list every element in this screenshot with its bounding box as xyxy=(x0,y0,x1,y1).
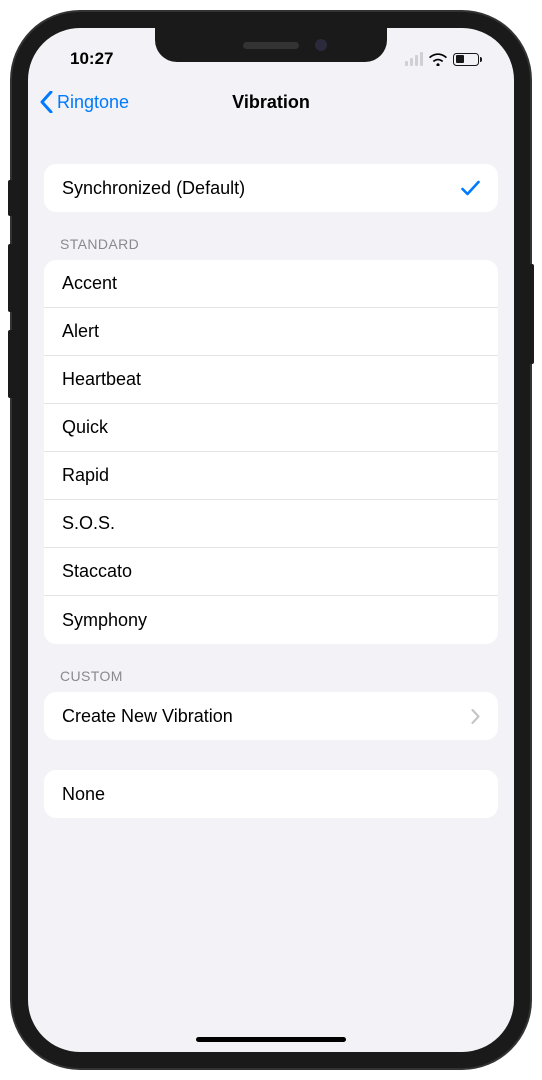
option-label: Staccato xyxy=(62,561,132,582)
speaker xyxy=(243,42,299,49)
vibration-option-heartbeat[interactable]: Heartbeat xyxy=(44,356,498,404)
vibration-option-symphony[interactable]: Symphony xyxy=(44,596,498,644)
home-indicator[interactable] xyxy=(196,1037,346,1042)
chevron-left-icon xyxy=(40,91,53,113)
vibration-option-default[interactable]: Synchronized (Default) xyxy=(44,164,498,212)
checkmark-icon xyxy=(461,180,480,196)
vibration-option-staccato[interactable]: Staccato xyxy=(44,548,498,596)
option-label: Heartbeat xyxy=(62,369,141,390)
option-label: Quick xyxy=(62,417,108,438)
front-camera xyxy=(315,39,327,51)
default-group: Synchronized (Default) xyxy=(44,164,498,212)
vibration-option-none[interactable]: None xyxy=(44,770,498,818)
create-label: Create New Vibration xyxy=(62,706,233,727)
content-scroll[interactable]: Synchronized (Default) STANDARD Accent A… xyxy=(28,128,514,818)
create-new-vibration-button[interactable]: Create New Vibration xyxy=(44,692,498,740)
status-time: 10:27 xyxy=(60,49,113,69)
vibration-option-accent[interactable]: Accent xyxy=(44,260,498,308)
power-button xyxy=(530,264,534,364)
option-label: None xyxy=(62,784,105,805)
standard-group: Accent Alert Heartbeat Quick Rapid S.O.S… xyxy=(44,260,498,644)
option-label: Rapid xyxy=(62,465,109,486)
battery-icon xyxy=(453,53,482,66)
wifi-icon xyxy=(429,53,447,66)
option-label: Accent xyxy=(62,273,117,294)
section-header-standard: STANDARD xyxy=(44,212,498,260)
vibration-option-rapid[interactable]: Rapid xyxy=(44,452,498,500)
custom-group: Create New Vibration xyxy=(44,692,498,740)
status-indicators xyxy=(405,52,483,66)
back-label: Ringtone xyxy=(57,92,129,113)
navigation-bar: Ringtone Vibration xyxy=(28,76,514,128)
phone-frame: 10:27 xyxy=(12,12,530,1068)
option-label: Symphony xyxy=(62,610,147,631)
vibration-option-alert[interactable]: Alert xyxy=(44,308,498,356)
volume-down-button xyxy=(8,330,12,398)
volume-up-button xyxy=(8,244,12,312)
option-label: Alert xyxy=(62,321,99,342)
cellular-signal-icon xyxy=(405,52,424,66)
chevron-right-icon xyxy=(471,709,480,724)
section-header-custom: CUSTOM xyxy=(44,644,498,692)
option-label: Synchronized (Default) xyxy=(62,178,245,199)
none-group: None xyxy=(44,770,498,818)
screen: 10:27 xyxy=(28,28,514,1052)
option-label: S.O.S. xyxy=(62,513,115,534)
vibration-option-sos[interactable]: S.O.S. xyxy=(44,500,498,548)
back-button[interactable]: Ringtone xyxy=(40,91,129,113)
notch xyxy=(155,28,387,62)
vibration-option-quick[interactable]: Quick xyxy=(44,404,498,452)
mute-switch xyxy=(8,180,12,216)
